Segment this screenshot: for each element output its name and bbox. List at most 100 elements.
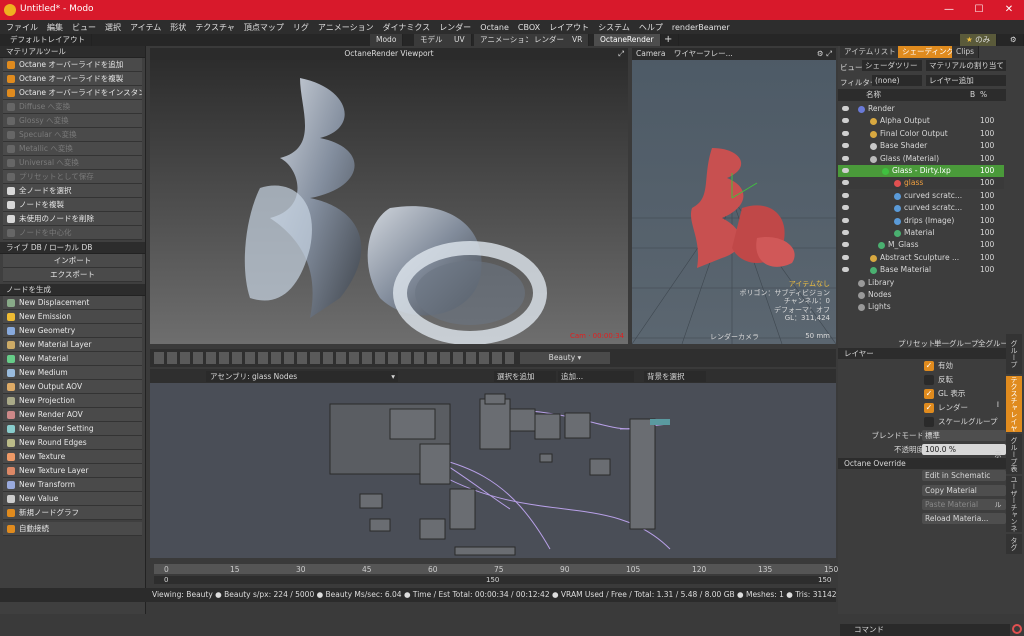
vtab-group-display[interactable]: グループ表示 xyxy=(994,434,1022,474)
tool-button[interactable]: Octane オーバーライドをインスタンス化 xyxy=(3,86,142,100)
vtab-tag[interactable]: タグ xyxy=(1006,534,1022,554)
shader-tree-item[interactable]: Final Color Output 100 xyxy=(838,128,1004,140)
menu-help[interactable]: ヘルプ xyxy=(639,22,663,33)
menu-renderbeamer[interactable]: renderBeamer xyxy=(672,23,730,32)
menu-octane[interactable]: Octane xyxy=(480,23,509,32)
create-node-button[interactable]: New Displacement xyxy=(3,296,142,310)
menu-item[interactable]: アイテム xyxy=(130,22,161,33)
close-button[interactable]: ✕ xyxy=(994,0,1024,20)
property-checkbox[interactable]: ✓ xyxy=(924,403,934,413)
reload-material-button[interactable]: Reload Materia... xyxy=(922,513,1006,524)
shader-tree-item[interactable]: Glass - Dirty.lxp 100 xyxy=(838,165,1004,177)
record-icon[interactable] xyxy=(1012,624,1022,634)
shader-tree-item[interactable]: Base Shader 100 xyxy=(838,140,1004,152)
create-node-button[interactable]: New Output AOV xyxy=(3,380,142,394)
menu-cbox[interactable]: CBOX xyxy=(518,23,540,32)
menu-render[interactable]: レンダー xyxy=(439,22,471,33)
create-node-button[interactable]: New Projection xyxy=(3,394,142,408)
shader-tree-dropdown[interactable]: シェーダツリー xyxy=(862,60,922,71)
tool-button[interactable]: Universal へ変換 xyxy=(3,156,142,170)
render-tool-icons[interactable] xyxy=(154,352,514,364)
tool-button[interactable]: Diffuse へ変換 xyxy=(3,100,142,114)
export-button[interactable]: エクスポート xyxy=(3,268,142,282)
schematic-view[interactable] xyxy=(150,369,836,558)
timeline[interactable]: 0 15 30 45 60 75 90 105 120 135 150 0 150 150 xyxy=(150,560,838,588)
octane-render-viewport[interactable]: Cam · 00:00:34 xyxy=(150,48,628,345)
menu-file[interactable]: ファイル xyxy=(6,22,38,33)
shader-tree-item[interactable]: Render xyxy=(838,103,1004,115)
create-node-button[interactable]: New Render AOV xyxy=(3,408,142,422)
tab-octanerender[interactable]: OctaneRender xyxy=(594,34,661,46)
shader-tree-item[interactable]: drips (Image) 100 xyxy=(838,215,1004,227)
visibility-eye-icon[interactable] xyxy=(842,230,849,235)
edit-in-schematic-button[interactable]: Edit in Schematic xyxy=(922,470,1006,481)
visibility-eye-icon[interactable] xyxy=(842,143,849,149)
menu-select[interactable]: 選択 xyxy=(105,22,121,33)
create-node-button[interactable]: New Transform xyxy=(3,478,142,492)
gear-icon[interactable]: ⚙ xyxy=(1004,34,1024,46)
maximize-button[interactable]: ☐ xyxy=(964,0,994,20)
create-node-button[interactable]: New Texture xyxy=(3,450,142,464)
material-tools-header[interactable]: マテリアルツール xyxy=(0,46,145,58)
create-nodes-header[interactable]: ノードを生成 xyxy=(0,284,145,296)
expand-icon[interactable]: ⤢ xyxy=(618,48,624,60)
copy-material-button[interactable]: Copy Material xyxy=(922,485,1006,496)
create-node-button[interactable]: New Medium xyxy=(3,366,142,380)
create-node-button[interactable]: 新規ノードグラフ xyxy=(3,506,142,520)
viewport-options-icon[interactable]: ⚙ ⤢ xyxy=(817,48,832,60)
menu-dynamics[interactable]: ダイナミクス xyxy=(383,22,431,33)
layer-section-header[interactable]: レイヤー xyxy=(838,348,1006,359)
tab-modo[interactable]: Modo xyxy=(370,34,404,46)
create-node-button[interactable]: New Emission xyxy=(3,310,142,324)
shader-tree-item[interactable]: M_Glass 100 xyxy=(838,239,1004,251)
tool-button[interactable]: Glossy へ変換 xyxy=(3,114,142,128)
shader-tree-item[interactable]: Glass (Material) 100 xyxy=(838,153,1004,165)
shader-tree-item[interactable]: glass 100 xyxy=(838,177,1004,190)
vtab-user-channel[interactable]: ユーザーチャンネル xyxy=(994,476,1022,532)
only-me-toggle[interactable]: ★ のみ xyxy=(960,34,998,46)
create-node-button[interactable]: New Value xyxy=(3,492,142,506)
assembly-dropdown[interactable]: アセンブリ: glass Nodes ▾ xyxy=(206,371,398,382)
visibility-eye-icon[interactable] xyxy=(842,118,849,124)
shader-tree-item[interactable]: Base Material 100 xyxy=(838,264,1004,276)
property-checkbox[interactable]: ✓ xyxy=(924,361,934,371)
tool-button[interactable]: Octane オーバーライドを追加 xyxy=(3,58,142,72)
tool-button[interactable]: ノードを複製 xyxy=(3,198,142,212)
shader-tree-item[interactable]: Material 100 xyxy=(838,227,1004,239)
vtab-texture-layer[interactable]: テクスチャレイヤー xyxy=(994,376,1022,432)
octane-override-header[interactable]: Octane Override xyxy=(838,458,1006,469)
add-node-dropdown[interactable]: 追加... xyxy=(558,371,634,382)
property-checkbox[interactable]: ✓ xyxy=(924,389,934,399)
visibility-eye-icon[interactable] xyxy=(842,242,849,248)
live-db-header[interactable]: ライブ DB / ローカル DB xyxy=(0,242,145,254)
property-checkbox[interactable] xyxy=(924,417,934,427)
background-select-button[interactable]: 背景を選択 xyxy=(644,371,706,382)
menu-geometry[interactable]: 形状 xyxy=(170,22,186,33)
menu-animation[interactable]: アニメーション xyxy=(318,22,374,33)
tab-model[interactable]: モデル xyxy=(414,34,450,46)
tab-render[interactable]: レンダー xyxy=(528,34,571,46)
menu-layout[interactable]: レイアウト xyxy=(549,22,589,33)
shader-tree-item[interactable]: curved scratc... 100 xyxy=(838,202,1004,214)
tab-shading[interactable]: シェーディング xyxy=(898,46,959,58)
autoconnect-checkbox[interactable]: 自動接続 xyxy=(3,522,142,536)
add-selected-button[interactable]: 選択を追加 xyxy=(494,371,556,382)
visibility-eye-icon[interactable] xyxy=(842,155,849,161)
shader-tree-item[interactable]: Lights xyxy=(838,301,1004,313)
wireframe-tab[interactable]: ワイヤーフレー... xyxy=(674,49,733,58)
tool-button[interactable]: ノードを中心化 xyxy=(3,226,142,240)
import-button[interactable]: インポート xyxy=(3,254,142,268)
tool-button[interactable]: 未使用のノードを削除 xyxy=(3,212,142,226)
blend-mode-dropdown[interactable]: 標準 xyxy=(922,430,1006,441)
shader-tree-item[interactable]: curved scratc... 100 xyxy=(838,190,1004,202)
visibility-eye-icon[interactable] xyxy=(842,168,849,173)
tab-item-list[interactable]: アイテムリスト xyxy=(840,46,901,58)
tool-button[interactable]: 全ノードを選択 xyxy=(3,184,142,198)
render-pass-dropdown[interactable]: Beauty ▾ xyxy=(520,352,610,364)
menu-rig[interactable]: リグ xyxy=(293,22,309,33)
tab-vr[interactable]: VR xyxy=(566,34,590,46)
tool-button[interactable]: Octane オーバーライドを複製 xyxy=(3,72,142,86)
shader-tree-item[interactable]: Nodes xyxy=(838,289,1004,301)
3d-viewport[interactable]: アイテムなし ポリゴン：サブディビジョン チャンネル：0 デフォーマ：オフ GL… xyxy=(631,48,837,345)
visibility-eye-icon[interactable] xyxy=(842,130,849,136)
